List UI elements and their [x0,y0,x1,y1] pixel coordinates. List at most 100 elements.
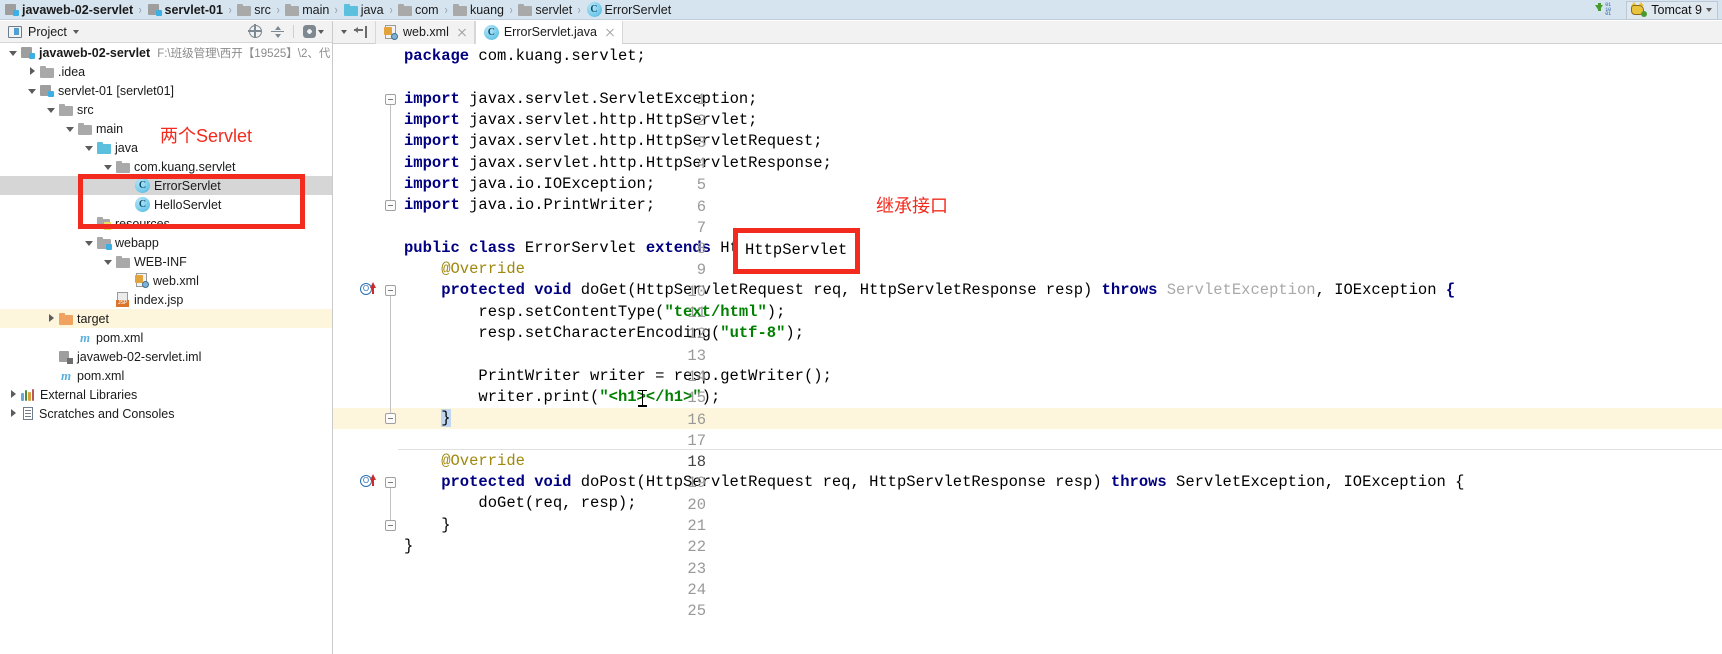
line-number[interactable]: 13 [666,346,706,367]
code-line[interactable]: package com.kuang.servlet; [404,46,646,67]
tree-item-scratches-and-consoles[interactable]: Scratches and Consoles [0,404,332,423]
code-line[interactable]: } [404,408,451,429]
chevron-down-icon[interactable] [341,30,347,34]
code-editor[interactable]: package com.kuang.servlet; import javax.s… [333,44,1722,654]
line-number[interactable]: 9 [666,260,706,281]
close-icon[interactable] [604,27,615,38]
code-line[interactable]: import java.io.PrintWriter; [404,195,655,216]
code-line[interactable]: import java.io.IOException; [404,174,655,195]
chevron-down-icon[interactable] [46,104,57,115]
line-number[interactable]: 18 [666,452,706,473]
jump-to-source-icon[interactable] [354,26,367,38]
line-number[interactable]: 6 [666,197,706,218]
code-line[interactable]: resp.setContentType("text/html"); [404,302,785,323]
tree-item-javaweb-02-servlet[interactable]: javaweb-02-servlet F:\班级管理\西开【19525】\2、代 [0,43,332,62]
breadcrumb-item-kuang[interactable]: kuang [452,0,505,20]
tree-item-errorservlet[interactable]: C ErrorServlet [0,176,332,195]
line-number[interactable]: 4 [666,154,706,175]
chevron-down-icon[interactable] [84,142,95,153]
override-gutter-marker[interactable]: O [360,282,376,298]
chevron-right-icon[interactable] [8,389,19,400]
run-configuration-selector[interactable]: Tomcat 9 [1626,0,1718,20]
chevron-right-icon[interactable] [27,66,38,77]
breadcrumb-item-com[interactable]: com [397,0,440,20]
settings-gear-button[interactable] [303,25,324,38]
tree-item-src[interactable]: src [0,100,332,119]
line-number[interactable]: 22 [666,537,706,558]
code-content[interactable]: package com.kuang.servlet; import javax.s… [333,44,1722,654]
tree-item-webapp[interactable]: webapp [0,233,332,252]
chevron-down-icon[interactable] [84,237,95,248]
line-number[interactable]: 21 [666,516,706,537]
line-number[interactable]: 14 [666,367,706,388]
line-number[interactable]: 8 [666,239,706,260]
tree-item-web-xml[interactable]: web.xml [0,271,332,290]
breadcrumb-item-servlet-01[interactable]: servlet-01 [147,0,224,20]
line-number[interactable]: 20 [666,495,706,516]
breadcrumb-item-main[interactable]: main [284,0,330,20]
breadcrumb-item-javaweb-02-servlet[interactable]: javaweb-02-servlet [4,0,134,20]
chevron-right-icon[interactable] [46,313,57,324]
breadcrumb-item-errorservlet[interactable]: C ErrorServlet [586,0,673,20]
code-line[interactable]: import javax.servlet.http.HttpServletRes… [404,153,832,174]
chevron-down-icon[interactable] [1706,8,1712,12]
tree-item-target[interactable]: target [0,309,332,328]
chevron-down-icon[interactable] [27,85,38,96]
tree-item-pom-xml[interactable]: m pom.xml [0,366,332,385]
code-line[interactable]: } [404,536,413,557]
line-number[interactable]: 23 [666,559,706,580]
line-number[interactable]: 7 [666,218,706,239]
chevron-down-icon[interactable] [103,161,114,172]
editor-tab-errorservlet-java[interactable]: C ErrorServlet.java [474,20,623,44]
download-binary-icon[interactable]: 01 10 01 [1594,2,1620,18]
tree-item-pom-xml[interactable]: m pom.xml [0,328,332,347]
line-number[interactable]: 3 [666,133,706,154]
fold-toggle-icon[interactable] [385,285,396,297]
chevron-down-icon[interactable] [65,123,76,134]
code-line[interactable]: protected void doGet(HttpServletRequest … [404,280,1455,301]
line-number[interactable]: 2 [666,111,706,132]
code-line[interactable]: @Override [404,259,525,280]
code-line[interactable]: PrintWriter writer = resp.getWriter(); [404,366,831,387]
tree-item-index-jsp[interactable]: JSP index.jsp [0,290,332,309]
chevron-down-icon[interactable] [8,47,19,58]
override-gutter-marker[interactable]: O [360,474,376,490]
breadcrumb-item-src[interactable]: src [236,0,272,20]
line-number[interactable]: 15 [666,388,706,409]
line-number[interactable]: 12 [666,324,706,345]
editor-gutter[interactable] [333,44,398,654]
fold-toggle-icon[interactable] [385,413,396,425]
chevron-right-icon[interactable] [8,408,19,419]
breadcrumb-item-java[interactable]: java [343,0,385,20]
close-icon[interactable] [456,27,467,38]
tree-item-helloservlet[interactable]: C HelloServlet [0,195,332,214]
fold-toggle-icon[interactable] [385,519,396,531]
line-number[interactable]: 16 [666,410,706,431]
line-number[interactable]: 10 [666,282,706,303]
code-line[interactable]: @Override [404,451,525,472]
line-number[interactable]: 25 [666,601,706,622]
tree-item-resources[interactable]: resources [0,214,332,233]
editor-tab-web-xml[interactable]: web.xml [375,20,475,44]
fold-toggle-icon[interactable] [385,93,396,105]
breadcrumb-item-servlet[interactable]: servlet [517,0,573,20]
tree-item-web-inf[interactable]: WEB-INF [0,252,332,271]
locate-target-icon[interactable] [248,24,262,38]
tree-item-external-libraries[interactable]: External Libraries [0,385,332,404]
collapse-all-icon[interactable] [271,25,284,38]
fold-toggle-icon[interactable] [385,200,396,212]
tree-item-servlet-01-servlet01-[interactable]: servlet-01 [servlet01] [0,81,332,100]
tree-item-com-kuang-servlet[interactable]: com.kuang.servlet [0,157,332,176]
line-number[interactable]: 5 [666,175,706,196]
chevron-down-icon[interactable] [72,29,79,34]
line-number[interactable]: 1 [666,90,706,111]
tree-item-javaweb-02-servlet-iml[interactable]: javaweb-02-servlet.iml [0,347,332,366]
line-number[interactable]: 19 [666,473,706,494]
code-line[interactable]: resp.setCharacterEncoding("utf-8"); [404,323,804,344]
code-line[interactable]: import javax.servlet.http.HttpServletReq… [404,131,823,152]
line-number[interactable]: 11 [666,303,706,324]
chevron-down-icon[interactable] [103,256,114,267]
code-line[interactable]: } [404,515,450,536]
code-line[interactable]: protected void doPost(HttpServletRequest… [404,472,1464,493]
tree-item--idea[interactable]: .idea [0,62,332,81]
